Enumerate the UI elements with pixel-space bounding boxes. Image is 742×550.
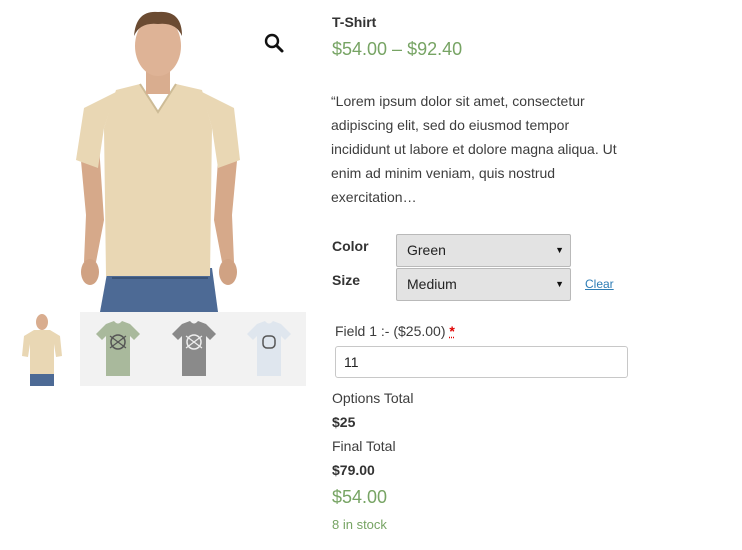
color-select[interactable]: Green ▼ <box>396 234 571 267</box>
required-marker: * <box>449 323 455 339</box>
options-total-value: $25 <box>332 414 356 430</box>
size-select[interactable]: Medium ▼ <box>396 268 571 301</box>
addon-field-label: Field 1 :- ($25.00) * <box>335 323 455 339</box>
thumbnail-strip <box>0 312 310 386</box>
dropdown-arrow-icon: ▼ <box>555 279 564 289</box>
thumbnail-gray-shirt[interactable] <box>156 312 232 386</box>
clear-variations-link[interactable]: Clear <box>585 277 614 291</box>
price-range: $54.00 – $92.40 <box>332 39 463 59</box>
addon-field-input[interactable] <box>335 346 628 378</box>
thumbnail-white-shirt[interactable] <box>232 312 306 386</box>
final-total-label: Final Total <box>332 438 396 454</box>
product-gallery <box>0 0 310 400</box>
final-total-value: $79.00 <box>332 462 375 478</box>
size-label: Size <box>332 272 361 288</box>
color-select-value: Green <box>407 242 446 258</box>
size-select-value: Medium <box>407 276 457 292</box>
thumbnail-model[interactable] <box>0 312 80 386</box>
product-description: “Lorem ipsum dolor sit amet, consectetur… <box>331 93 617 205</box>
thumbnail-green-shirt[interactable] <box>80 312 156 386</box>
search-icon[interactable] <box>263 32 285 54</box>
variation-price: $54.00 <box>332 487 388 507</box>
dropdown-arrow-icon: ▼ <box>555 245 564 255</box>
options-total-label: Options Total <box>332 390 414 406</box>
product-title: T-Shirt <box>332 14 377 30</box>
addon-field-label-text: Field 1 :- ($25.00) <box>335 323 446 339</box>
stock-status: 8 in stock <box>332 517 387 532</box>
color-label: Color <box>332 238 369 254</box>
